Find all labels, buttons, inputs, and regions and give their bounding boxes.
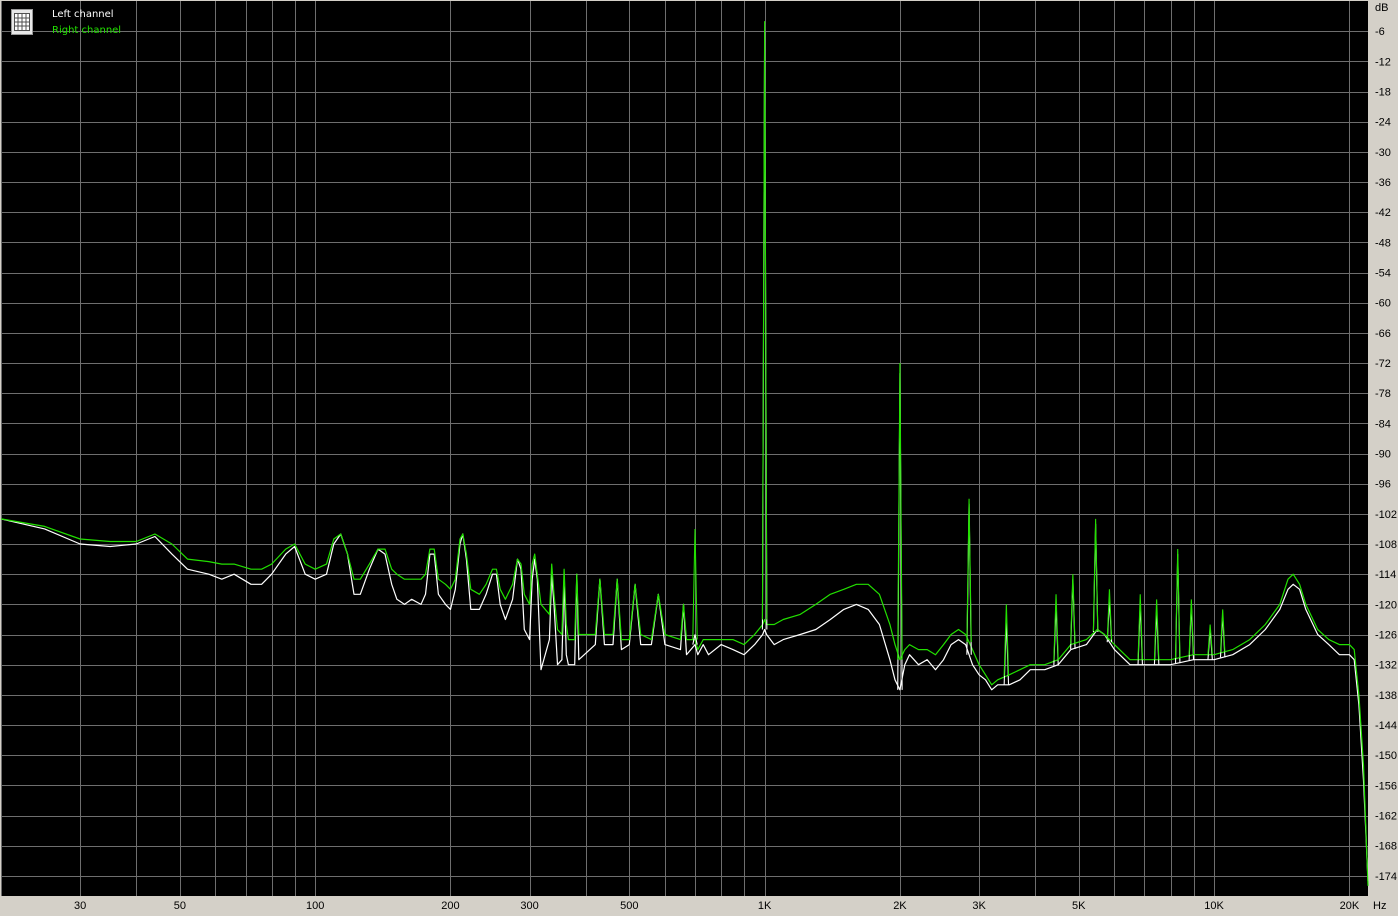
y-axis-label: dB [1375,2,1388,14]
y-tick-label: -132 [1375,660,1397,672]
x-tick-label: 30 [74,900,86,912]
y-tick-label: -66 [1375,328,1391,340]
legend-entry-right[interactable]: Right channel [52,23,121,39]
y-tick-label: -30 [1375,147,1391,159]
plot-background[interactable] [1,1,1368,896]
y-tick-label: -162 [1375,811,1397,823]
grid-toggle-icon[interactable] [11,9,33,35]
x-tick-label: 1K [758,900,772,912]
legend-entry-left[interactable]: Left channel [52,7,114,23]
y-tick-label: -84 [1375,418,1391,430]
x-tick-label: 2K [893,900,907,912]
y-tick-label: -42 [1375,207,1391,219]
y-tick-label: -126 [1375,630,1397,642]
y-tick-label: -108 [1375,539,1397,551]
x-tick-label: 500 [620,900,638,912]
spectrum-analyzer: -6 -12 -18 -24 -30 -36 -42 -48 -54 -60 -66 -72 -78 -8… [0,0,1398,916]
y-tick-label: -54 [1375,268,1391,280]
y-tick-label: -120 [1375,599,1397,611]
x-tick-label: 100 [306,900,324,912]
x-axis: 30 50 100 200 300 500 1K 2K 3K 5K 10K 20K [74,900,1360,912]
y-tick-label: -60 [1375,298,1391,310]
x-tick-label: 200 [441,900,459,912]
y-tick-label: -18 [1375,87,1391,99]
y-tick-label: -156 [1375,780,1397,792]
y-tick-label: -150 [1375,750,1397,762]
y-tick-label: -78 [1375,388,1391,400]
y-tick-label: -114 [1375,569,1396,581]
y-tick-label: -174 [1375,871,1397,883]
y-tick-label: -24 [1375,117,1391,129]
y-tick-label: -12 [1375,56,1391,68]
x-tick-label: 50 [174,900,186,912]
y-tick-label: -6 [1375,26,1385,38]
x-axis-label: Hz [1373,900,1386,912]
y-axis: -6 -12 -18 -24 -30 -36 -42 -48 -54 -60 -66 -72 -78 -8… [1375,26,1397,883]
x-tick-label: 10K [1204,900,1224,912]
y-tick-label: -90 [1375,449,1391,461]
y-tick-label: -138 [1375,690,1397,702]
x-tick-label: 20K [1340,900,1360,912]
y-tick-label: -72 [1375,358,1391,370]
x-tick-label: 5K [1072,900,1086,912]
y-tick-label: -96 [1375,479,1391,491]
y-tick-label: -144 [1375,720,1397,732]
x-tick-label: 300 [520,900,538,912]
y-tick-label: -48 [1375,237,1391,249]
y-tick-label: -36 [1375,177,1391,189]
y-tick-label: -168 [1375,841,1397,853]
x-tick-label: 3K [972,900,986,912]
y-tick-label: -102 [1375,509,1397,521]
spectrum-chart[interactable]: -6 -12 -18 -24 -30 -36 -42 -48 -54 -60 -66 -72 -78 -8… [0,0,1398,916]
